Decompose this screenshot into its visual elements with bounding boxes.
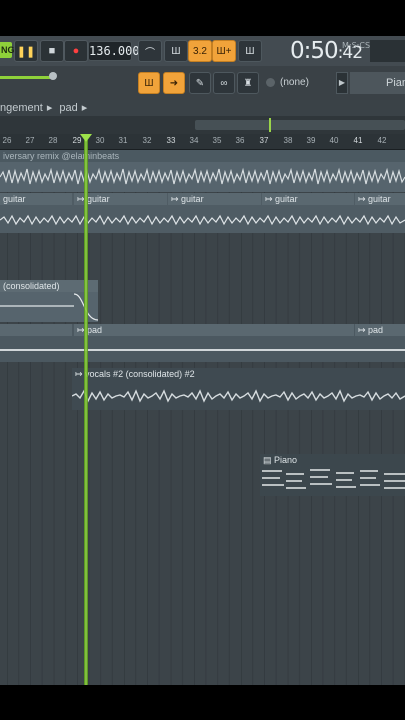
link-button[interactable]: ∞ xyxy=(213,72,235,94)
breadcrumb-pad[interactable]: pad xyxy=(59,102,77,114)
clip-title-text: guitar xyxy=(87,194,110,204)
ruler-tick: 32 xyxy=(142,136,152,145)
loop-record-button[interactable]: Ш xyxy=(238,40,262,62)
horizontal-scrollbar[interactable] xyxy=(0,116,405,134)
ruler-tick: 39 xyxy=(306,136,316,145)
ruler-tick: 34 xyxy=(189,136,199,145)
waveform xyxy=(72,389,405,403)
master-volume-knob[interactable] xyxy=(49,72,57,80)
record-button[interactable]: ● xyxy=(64,40,88,62)
ruler-tick: 30 xyxy=(95,136,105,145)
clip-title: iversary remix @elaminbeats xyxy=(0,150,405,162)
breadcrumb-arrangement[interactable]: ngement xyxy=(0,102,43,114)
waveform xyxy=(0,167,405,185)
ruler-tick: 38 xyxy=(283,136,293,145)
clip-title: ↦ vocals #2 (consolidated) #2 xyxy=(72,368,405,380)
ruler-tick: 40 xyxy=(329,136,339,145)
bottom-letterbox xyxy=(0,685,405,720)
waveform xyxy=(0,349,405,351)
play-pause-button[interactable]: ❚❚ xyxy=(14,40,38,62)
cpu-monitor xyxy=(370,40,405,62)
time-display: 0:50:42 M:S:CS xyxy=(290,38,371,64)
pencil-icon: ✎ xyxy=(195,77,205,89)
playhead-marker[interactable] xyxy=(80,134,92,142)
channel-select[interactable]: Piano xyxy=(350,72,405,94)
link-icon: ∞ xyxy=(220,77,228,89)
ruler-tick: 26 xyxy=(2,136,12,145)
ruler-tick: 31 xyxy=(118,136,128,145)
mixer-button[interactable]: ♜ xyxy=(237,72,259,94)
piano-pattern-clip[interactable]: ▤ Piano xyxy=(260,454,405,496)
scrollbar-thumb[interactable] xyxy=(195,120,405,130)
step-icon: Ш+ xyxy=(216,45,232,57)
clip-title: ↦ guitar xyxy=(355,193,405,205)
clip-title-text: Piano xyxy=(274,455,298,465)
playlist-button[interactable]: Ш xyxy=(138,72,160,94)
playlist-icon: Ш xyxy=(144,77,154,89)
midi-device-select[interactable]: (none) xyxy=(264,72,334,94)
ruler-tick: 42 xyxy=(377,136,387,145)
vocals-clip[interactable]: ↦ vocals #2 (consolidated) #2 xyxy=(72,368,405,410)
clip-title xyxy=(0,324,72,336)
time-main: 0:50 xyxy=(290,38,339,64)
clip-title-text: pad xyxy=(87,325,103,335)
master-volume-bar[interactable] xyxy=(0,76,50,79)
clip-title-text: guitar xyxy=(368,194,391,204)
timeline-ruler[interactable]: 26 27 28 29 30 31 32 33 34 35 36 37 38 3… xyxy=(0,134,405,150)
stop-button[interactable]: ■ xyxy=(40,40,64,62)
guitar-track-clips[interactable]: guitar ↦ guitar ↦ guitar ↦ guitar ↦ guit… xyxy=(0,193,405,233)
wait-button[interactable]: Ш xyxy=(164,40,188,62)
scroll-position-marker xyxy=(269,118,271,132)
clip-title-text: pad xyxy=(368,325,384,335)
tempo-display[interactable]: 136.000 xyxy=(88,41,140,61)
ruler-tick: 27 xyxy=(25,136,35,145)
ruler-tick: 35 xyxy=(212,136,222,145)
audio-clip-master[interactable]: iversary remix @elaminbeats xyxy=(0,150,405,192)
pause-icon: ❚❚ xyxy=(16,45,36,58)
ruler-tick: 41 xyxy=(353,136,363,145)
pattern-song-toggle[interactable]: NG xyxy=(0,42,15,58)
transport-bar: NG ❚❚ ■ ● 136.000 ⌒ Ш 3.2 Ш+ Ш 0:50:42 M… xyxy=(0,36,405,100)
arrow-right-icon: ➜ xyxy=(169,77,179,89)
clip-title: ↦ guitar xyxy=(262,193,354,205)
chevron-right-icon: ▶ xyxy=(338,78,346,87)
chevron-right-icon: ▸ xyxy=(81,102,88,114)
ruler-tick: 37 xyxy=(259,136,269,145)
stop-icon: ■ xyxy=(48,45,56,57)
time-unit: M:S:CS xyxy=(342,41,371,50)
channel-arrow-button[interactable]: ▶ xyxy=(336,72,348,94)
clip-title: ↦ guitar xyxy=(168,193,261,205)
clip-title: ▤ Piano xyxy=(260,454,405,466)
chevron-right-icon: ▸ xyxy=(46,102,53,114)
waveform xyxy=(0,214,405,226)
clip-title-text: guitar xyxy=(181,194,204,204)
playhead-line[interactable] xyxy=(84,140,88,685)
piano-notes xyxy=(262,469,405,489)
ruler-tick: 28 xyxy=(48,136,58,145)
record-icon: ● xyxy=(72,45,80,57)
wait-icon: Ш xyxy=(171,45,181,57)
breadcrumb: ngement ▸ pad ▸ xyxy=(0,100,405,116)
mixer-icon: ♜ xyxy=(243,77,253,89)
metronome-icon: ⌒ xyxy=(145,47,155,59)
clip-title: guitar xyxy=(0,193,72,205)
brush-button[interactable]: ✎ xyxy=(189,72,211,94)
snap-button[interactable]: 3.2 xyxy=(188,40,212,62)
loop-icon: Ш xyxy=(245,45,255,57)
playlist-area[interactable]: iversary remix @elaminbeats guitar ↦ gui… xyxy=(0,150,405,685)
clip-title: ↦ pad xyxy=(74,324,354,336)
step-edit-button[interactable]: Ш+ xyxy=(212,40,236,62)
ruler-tick: 33 xyxy=(166,136,176,145)
clip-title-text: guitar xyxy=(275,194,298,204)
pad-track-clips[interactable]: ↦ pad ↦ pad xyxy=(0,324,405,362)
ruler-tick: 36 xyxy=(235,136,245,145)
clip-title: ↦ pad xyxy=(355,324,405,336)
clip-title-text: vocals #2 (consolidated) #2 xyxy=(85,369,195,379)
metronome-button[interactable]: ⌒ xyxy=(138,40,162,62)
next-button[interactable]: ➜ xyxy=(163,72,185,94)
